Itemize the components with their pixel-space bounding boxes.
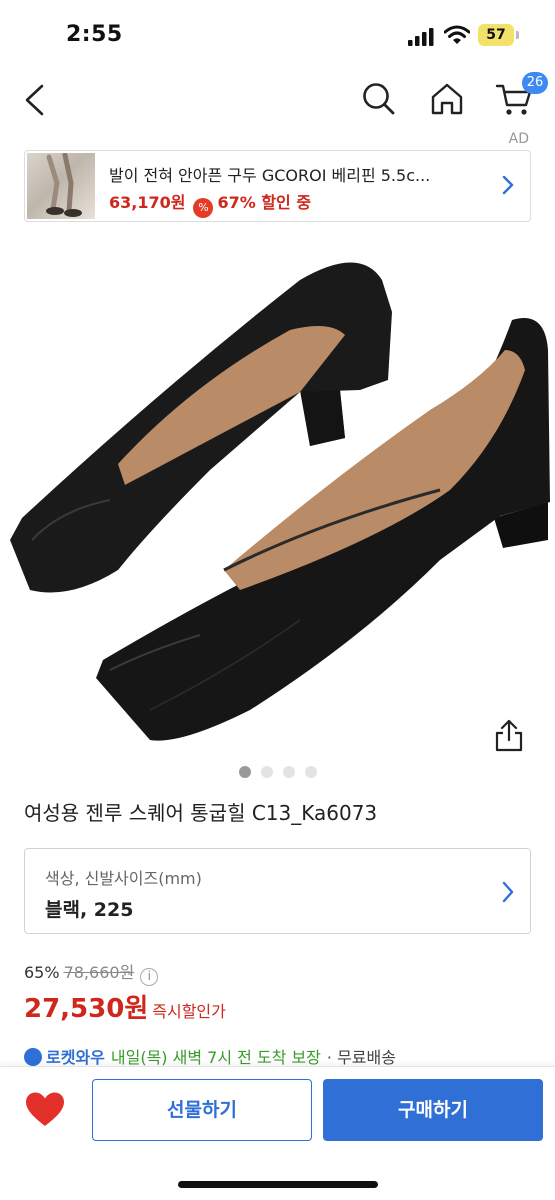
ad-title: 발이 전혀 안아픈 구두 GCOROI 베리핀 5.5c... bbox=[109, 166, 431, 185]
gallery-dot[interactable] bbox=[304, 766, 317, 778]
rocket-label: 로켓와우 bbox=[46, 1048, 105, 1067]
ad-price: 63,170원 bbox=[109, 193, 186, 212]
delivery-info: 로켓와우 내일(목) 새벽 7시 전 도착 보장 · 무료배송 bbox=[24, 1044, 396, 1068]
status-bar: 2:55 57 bbox=[0, 0, 555, 70]
gallery-dot[interactable] bbox=[282, 766, 295, 778]
signal-icon bbox=[408, 28, 434, 46]
share-icon[interactable] bbox=[494, 718, 524, 752]
discount-badge-icon: % bbox=[193, 198, 214, 218]
buy-button[interactable]: 구매하기 bbox=[323, 1079, 543, 1141]
delivery-arrival: 내일(목) 새벽 7시 전 도착 보장 bbox=[110, 1048, 321, 1067]
gift-button[interactable]: 선물하기 bbox=[92, 1079, 312, 1141]
status-time: 2:55 bbox=[66, 22, 123, 47]
battery-indicator: 57 bbox=[478, 24, 514, 46]
ad-banner[interactable]: 발이 전혀 안아픈 구두 GCOROI 베리핀 5.5c... 63,170원%… bbox=[24, 150, 531, 222]
battery-level: 57 bbox=[486, 27, 506, 43]
search-icon[interactable] bbox=[360, 80, 398, 118]
shipping-info: · 무료배송 bbox=[326, 1048, 396, 1067]
option-selector[interactable]: 색상, 신발사이즈(mm) 블랙, 225 bbox=[24, 848, 531, 934]
app-header bbox=[0, 70, 555, 130]
cart-count-badge: 26 bbox=[522, 72, 548, 94]
discount-rate: 65% bbox=[24, 963, 60, 982]
wifi-icon bbox=[444, 25, 470, 44]
product-title: 여성용 젠루 스퀘어 통굽힐 C13_Ka6073 bbox=[24, 801, 378, 825]
final-price: 27,530원 bbox=[24, 994, 149, 1024]
chevron-right-icon bbox=[502, 175, 514, 195]
ad-thumbnail bbox=[27, 153, 95, 219]
gallery-dot[interactable] bbox=[260, 766, 273, 778]
chevron-right-icon bbox=[502, 881, 514, 903]
info-icon[interactable]: i bbox=[140, 968, 159, 986]
home-icon[interactable] bbox=[428, 80, 466, 118]
heart-icon[interactable] bbox=[24, 1091, 66, 1129]
home-indicator bbox=[178, 1181, 378, 1188]
instant-discount-label: 즉시할인가 bbox=[152, 1002, 226, 1021]
original-price-row: 65% 78,660원 i bbox=[24, 959, 159, 986]
original-price: 78,660원 bbox=[63, 963, 135, 982]
ad-discount-text: 67% 할인 중 bbox=[217, 193, 312, 212]
battery-tip bbox=[516, 31, 519, 39]
ad-price-row: 63,170원% 67% 할인 중 bbox=[109, 189, 311, 218]
chevron-left-icon[interactable] bbox=[18, 80, 54, 120]
option-label: 색상, 신발사이즈(mm) bbox=[45, 869, 202, 888]
final-price-row: 27,530원 즉시할인가 bbox=[24, 988, 226, 1025]
rocket-icon bbox=[24, 1048, 42, 1066]
gallery-pagination bbox=[0, 763, 555, 782]
ad-label: AD bbox=[508, 131, 529, 147]
option-value: 블랙, 225 bbox=[45, 899, 134, 921]
product-image[interactable] bbox=[0, 240, 555, 760]
bottom-action-bar: 선물하기 구매하기 bbox=[0, 1066, 555, 1200]
gallery-dot[interactable] bbox=[238, 766, 251, 778]
